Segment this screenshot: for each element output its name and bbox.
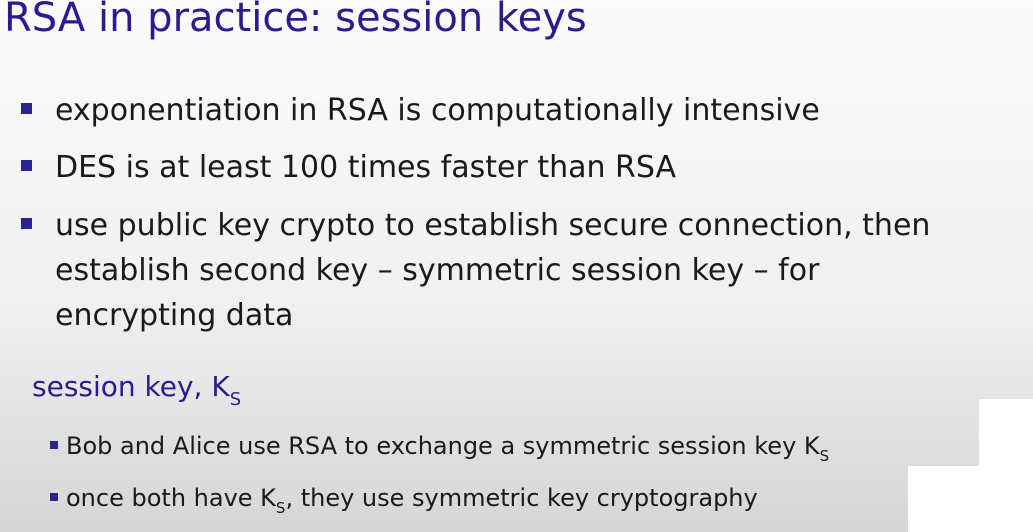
subscript: S: [819, 447, 830, 465]
square-bullet-icon: [50, 441, 58, 449]
square-bullet-icon: [21, 103, 32, 114]
bullet-line-3: encrypting data: [55, 298, 294, 333]
section-heading: session key, KS: [32, 370, 241, 410]
section-heading-text: session key, K: [32, 370, 230, 403]
square-bullet-icon: [21, 160, 32, 171]
subscript: S: [229, 389, 242, 410]
square-bullet-icon: [50, 493, 58, 501]
sub-bullet-after-text: , they use symmetric key cryptography: [285, 484, 758, 512]
overlay-block: [979, 399, 1033, 466]
bullet-line-1: use public key crypto to establish secur…: [55, 208, 931, 243]
bullet-text: use public key crypto to establish secur…: [55, 203, 930, 338]
sub-bullet-main-text: Bob and Alice use RSA to exchange a symm…: [66, 432, 820, 460]
sub-bullet-text: Bob and Alice use RSA to exchange a symm…: [66, 428, 829, 467]
bullet-text: exponentiation in RSA is computationally…: [55, 93, 820, 128]
bullet-text: DES is at least 100 times faster than RS…: [55, 150, 677, 185]
bullet-line-2: establish second key – symmetric session…: [55, 253, 820, 288]
sub-bullet-main-text: once both have K: [66, 484, 276, 512]
overlay-block: [908, 466, 1033, 532]
slide-title: RSA in practice: session keys: [4, 0, 587, 41]
sub-bullet-text: once both have KS, they use symmetric ke…: [66, 480, 758, 519]
subscript: S: [275, 499, 286, 517]
square-bullet-icon: [21, 218, 32, 229]
